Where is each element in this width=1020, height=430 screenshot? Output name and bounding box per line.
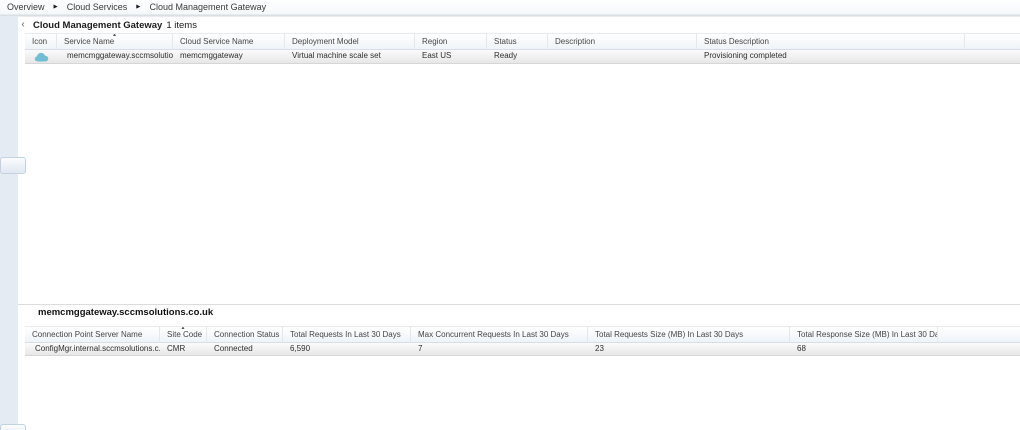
connection-point-total-requests: 6,590 — [283, 343, 411, 355]
gateway-deployment-model: Virtual machine scale set — [285, 50, 415, 63]
column-header-region[interactable]: Region — [415, 34, 487, 50]
connection-points-list: Connection Point Server Name ▲ Site Code… — [25, 326, 1020, 356]
gateway-description — [548, 50, 697, 63]
gateway-status: Ready — [487, 50, 548, 63]
gateway-list: Icon ▲ Service Name Cloud Service Name D… — [25, 33, 1020, 64]
connection-point-site-code: CMR — [160, 343, 207, 355]
connection-point-connection-status: Connected — [207, 343, 283, 355]
connection-point-total-requests-size: 23 — [588, 343, 790, 355]
detail-pane-title: memcmggateway.sccmsolutions.co.uk — [38, 307, 213, 318]
column-header-total-response-size[interactable]: Total Response Size (MB) In Last 30 Days — [790, 327, 938, 343]
gateway-cloud-service-name: memcmggateway — [173, 50, 285, 63]
column-header-connection-point-server-name[interactable]: Connection Point Server Name — [25, 327, 160, 343]
breadcrumb-item-cloud-management-gateway[interactable]: Cloud Management Gateway — [148, 2, 269, 12]
connection-point-server-name: ConfigMgr.internal.sccmsolutions.c... — [25, 343, 160, 355]
gateway-list-header: Icon ▲ Service Name Cloud Service Name D… — [25, 33, 1020, 50]
connection-point-max-concurrent-requests: 7 — [411, 343, 588, 355]
sort-ascending-icon: ▲ — [181, 327, 186, 331]
detail-pane-divider[interactable] — [18, 304, 1020, 305]
connection-point-row[interactable]: ConfigMgr.internal.sccmsolutions.c... CM… — [25, 343, 1020, 356]
column-header-cloud-service-name[interactable]: Cloud Service Name — [173, 34, 285, 50]
collapse-chevron-icon[interactable]: ‹ — [19, 18, 27, 32]
breadcrumb-separator-icon: ▶ — [129, 0, 147, 14]
column-header-service-name[interactable]: ▲ Service Name — [57, 34, 173, 50]
list-item-count: 1 items — [166, 20, 197, 31]
connection-point-row-filler — [938, 343, 1020, 355]
breadcrumb-separator-icon: ▶ — [47, 0, 65, 14]
list-title: Cloud Management Gateway — [33, 20, 162, 31]
sort-ascending-icon: ▲ — [112, 34, 117, 38]
column-header-deployment-model[interactable]: Deployment Model — [285, 34, 415, 50]
breadcrumb-item-cloud-services[interactable]: Cloud Services — [65, 2, 130, 12]
list-caption-bar: ‹ Cloud Management Gateway 1 items — [18, 17, 1020, 33]
splitter-expand-handle[interactable] — [0, 157, 26, 174]
column-header-status-description[interactable]: Status Description — [697, 34, 965, 50]
column-header-total-requests[interactable]: Total Requests In Last 30 Days — [283, 327, 411, 343]
breadcrumb: Overview ▶ Cloud Services ▶ Cloud Manage… — [0, 0, 1020, 14]
gateway-row[interactable]: memcmggateway.sccmsolutio... memcmggatew… — [25, 50, 1020, 64]
column-header-total-requests-size[interactable]: Total Requests Size (MB) In Last 30 Days — [588, 327, 790, 343]
column-header-description[interactable]: Description — [548, 34, 697, 50]
splitter-expand-handle-bottom[interactable] — [0, 424, 26, 430]
gateway-service-name: memcmggateway.sccmsolutio... — [57, 50, 173, 63]
column-header-filler — [965, 34, 1020, 50]
column-header-site-code-label: Site Code — [167, 330, 202, 339]
breadcrumb-item-overview[interactable]: Overview — [5, 2, 47, 12]
gateway-status-description: Provisioning completed — [697, 50, 965, 63]
column-header-icon[interactable]: Icon — [25, 34, 57, 50]
column-header-status[interactable]: Status — [487, 34, 548, 50]
column-header-service-name-label: Service Name — [64, 37, 114, 46]
gateway-row-filler — [965, 50, 1020, 63]
column-header-max-concurrent-requests[interactable]: Max Concurrent Requests In Last 30 Days — [411, 327, 588, 343]
column-header-connection-status[interactable]: Connection Status — [207, 327, 283, 343]
gateway-region: East US — [415, 50, 487, 63]
cloud-icon — [34, 52, 49, 62]
connection-points-header: Connection Point Server Name ▲ Site Code… — [25, 326, 1020, 343]
connection-point-total-response-size: 68 — [790, 343, 938, 355]
console-window: Overview ▶ Cloud Services ▶ Cloud Manage… — [0, 0, 1020, 430]
column-header-site-code[interactable]: ▲ Site Code — [160, 327, 207, 343]
gateway-row-icon-cell — [25, 50, 57, 63]
navigation-splitter-strip — [0, 17, 18, 430]
column-header-filler — [938, 327, 1020, 343]
